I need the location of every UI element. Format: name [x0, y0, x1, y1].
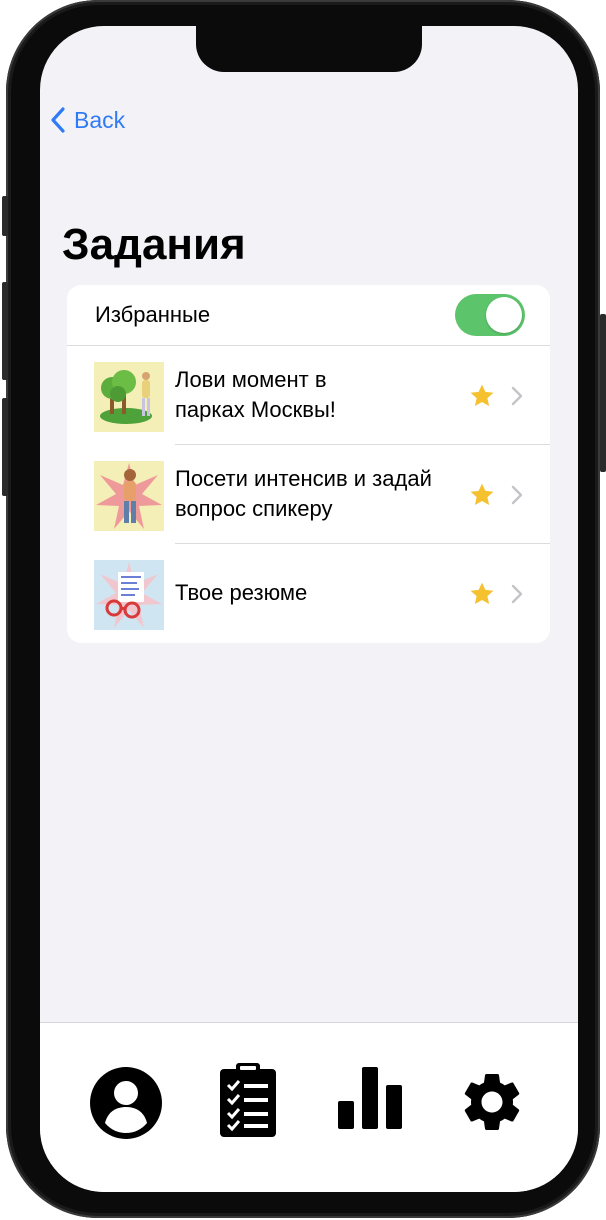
- gear-icon: [464, 1074, 520, 1130]
- favorites-toggle[interactable]: [455, 294, 525, 336]
- task-title: Посети интенсив и задай вопрос спикеру: [175, 464, 465, 524]
- task-title: Твое резюме: [175, 578, 465, 608]
- device-frame: Back Задания Избранные Лови момент в пар…: [2, 0, 606, 1218]
- chevron-right-icon: [511, 485, 523, 505]
- chevron-right-icon: [511, 386, 523, 406]
- task-title-line: Твое резюме: [175, 580, 308, 605]
- task-title-line: Лови момент в: [175, 367, 327, 392]
- bar-chart-icon: [338, 1067, 402, 1129]
- page-title: Задания: [62, 220, 246, 269]
- task-row-resume[interactable]: Твое резюме: [67, 544, 550, 642]
- back-button[interactable]: Back: [50, 106, 125, 134]
- tab-statistics[interactable]: [338, 1063, 402, 1134]
- tab-tasks[interactable]: [220, 1061, 276, 1142]
- task-row-intensive[interactable]: Посети интенсив и задай вопрос спикеру: [67, 445, 550, 543]
- notch: [196, 26, 422, 72]
- clipboard-checklist-icon: [220, 1063, 276, 1137]
- tasks-card: Избранные Лови момент в парках Москвы! П…: [67, 285, 550, 643]
- mute-switch: [2, 196, 8, 236]
- tab-profile[interactable]: [90, 1067, 162, 1144]
- power-button: [600, 314, 606, 472]
- task-thumbnail-parks: [94, 362, 164, 432]
- star-icon[interactable]: [468, 580, 496, 608]
- back-label: Back: [74, 106, 126, 133]
- task-thumbnail-intensive: [94, 461, 164, 531]
- star-icon[interactable]: [468, 481, 496, 509]
- tab-settings[interactable]: [457, 1067, 527, 1142]
- task-title-line: вопрос спикеру: [175, 496, 333, 521]
- star-icon[interactable]: [468, 382, 496, 410]
- chevron-left-icon: [51, 107, 65, 133]
- task-title-line: парках Москвы!: [175, 397, 336, 422]
- screen: Back Задания Избранные Лови момент в пар…: [40, 26, 578, 1192]
- task-title-line: Посети интенсив и задай: [175, 466, 432, 491]
- favorites-label: Избранные: [95, 302, 211, 327]
- person-circle-icon: [90, 1067, 162, 1139]
- task-row-parks[interactable]: Лови момент в парках Москвы!: [67, 346, 550, 444]
- tab-bar: [40, 1022, 578, 1192]
- volume-down-button: [2, 398, 8, 496]
- task-thumbnail-resume: [94, 560, 164, 630]
- task-title: Лови момент в парках Москвы!: [175, 365, 465, 425]
- toggle-knob: [486, 297, 522, 333]
- favorites-row: Избранные: [67, 285, 550, 345]
- volume-up-button: [2, 282, 8, 380]
- chevron-right-icon: [511, 584, 523, 604]
